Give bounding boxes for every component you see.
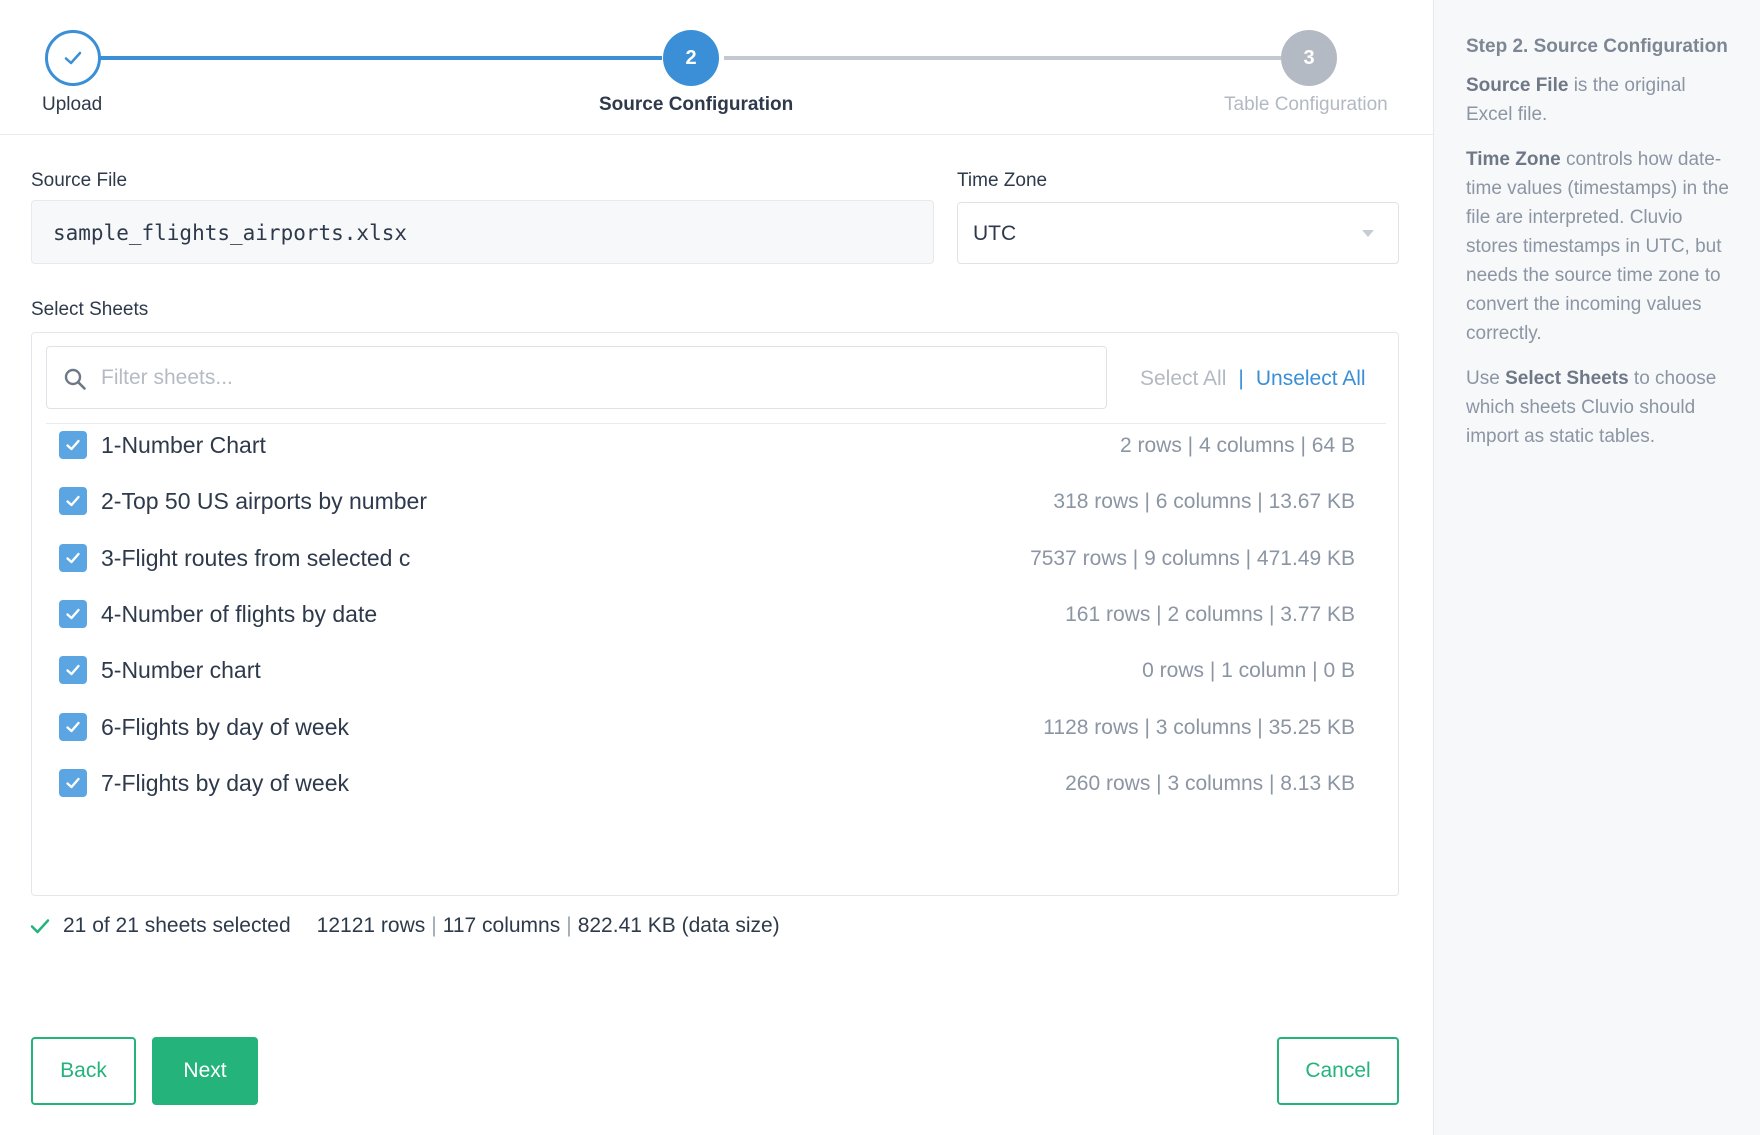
filter-sheets-box [46,346,1107,409]
help-time-zone: Time Zone controls how date-time values … [1466,145,1732,348]
step-label-source-configuration: Source Configuration [599,94,794,115]
step-number: 3 [1303,46,1315,69]
cancel-button[interactable]: Cancel [1277,1037,1399,1105]
checkmark-icon [66,777,80,788]
sheet-checkbox[interactable] [59,599,87,628]
help-term: Source File [1466,75,1569,96]
sheet-meta: 2 rows | 4 columns | 64 B [1119,434,1355,457]
wizard-stepper: 2 3 Upload Source Configuration Table Co… [0,0,1433,135]
selection-summary: 21 of 21 sheets selected 12121 rows | 117 … [29,914,780,938]
help-text: Use [1466,368,1506,389]
select-sheets-label: Select Sheets [31,299,149,320]
sheet-checkbox[interactable] [59,712,87,741]
search-icon [64,368,86,390]
sheet-name: 5-Number chart [101,657,261,684]
summary-separator: | [431,914,437,937]
sheet-checkbox[interactable] [59,543,87,572]
sheet-checkbox[interactable] [59,656,87,685]
sheet-name: 2-Top 50 US airports by number [101,488,427,515]
caret-down-icon [1362,230,1374,237]
divider [46,423,1386,424]
sheet-name: 7-Flights by day of week [101,769,350,796]
sheet-row[interactable]: 7-Flights by day of week 260 rows | 3 col… [59,764,1373,804]
unselect-all-link[interactable]: Unselect All [1256,367,1366,390]
summary-rows: 12121 rows [316,914,426,937]
stepper-line-pending [724,56,1284,60]
sheet-meta: 0 rows | 1 column | 0 B [1142,659,1355,683]
help-source-file: Source File is the original Excel file. [1466,71,1732,129]
checkmark-icon [66,552,80,563]
sheet-checkbox[interactable] [59,431,87,459]
summary-size: 822.41 KB (data size) [577,914,780,937]
sheet-row[interactable]: 3-Flight routes from selected c 7537 rows… [59,539,1373,579]
sheets-panel: Select All | Unselect All 1-Number Chart 2 … [31,332,1399,896]
help-term: Select Sheets [1505,368,1629,389]
sheets-selected-count: 21 of 21 sheets selected [63,914,291,937]
sheet-name: 6-Flights by day of week [101,713,350,740]
stepper-line-completed [100,56,662,60]
checkmark-icon [66,721,80,732]
sheet-checkbox[interactable] [59,487,87,516]
sheet-name: 4-Number of flights by date [101,600,378,627]
link-separator: | [1238,367,1244,390]
summary-columns: 117 columns [442,914,561,937]
help-title: Step 2. Source Configuration [1466,36,1728,57]
source-file-label: Source File [31,170,128,191]
step-label-upload[interactable]: Upload [42,94,102,116]
sheet-name: 3-Flight routes from selected c [101,544,411,571]
sheet-row[interactable]: 5-Number chart 0 rows | 1 column | 0 B [59,651,1373,691]
sheet-row[interactable]: 2-Top 50 US airports by number 318 rows |… [59,482,1373,522]
sheet-checkbox[interactable] [59,768,87,797]
sheet-row[interactable]: 1-Number Chart 2 rows | 4 columns | 64 B [59,426,1373,466]
help-sidebar: Step 2. Source Configuration Source File… [1433,0,1760,1135]
select-all-link[interactable]: Select All [1140,367,1226,390]
step-upload-circle[interactable] [45,30,101,86]
summary-separator: | [566,914,572,937]
sheet-meta: 7537 rows | 9 columns | 471.49 KB [1030,546,1355,570]
sheet-meta: 1128 rows | 3 columns | 35.25 KB [1043,715,1355,739]
checkmark-icon [66,664,80,676]
checkmark-icon [64,51,82,65]
time-zone-select[interactable]: UTC [957,202,1399,264]
source-file-field: sample_flights_airports.xlsx [31,200,934,264]
summary-stats: 12121 rows | 117 columns | 822.41 KB (data s… [317,914,780,938]
check-icon [30,919,50,934]
next-button[interactable]: Next [152,1037,258,1105]
time-zone-label: Time Zone [957,170,1048,191]
sheet-row[interactable]: 4-Number of flights by date 161 rows | 2 … [59,595,1373,635]
checkmark-icon [66,439,80,451]
sheet-meta: 260 rows | 3 columns | 8.13 KB [1065,771,1355,795]
time-zone-value: UTC [973,222,1017,245]
selection-links: Select All | Unselect All [1140,367,1366,391]
help-term: Time Zone [1466,149,1561,170]
sheet-name: 1-Number Chart [101,432,266,458]
checkmark-icon [66,496,80,507]
filter-sheets-input[interactable] [101,347,1091,408]
step-table-configuration-circle: 3 [1281,30,1337,86]
sheet-meta: 161 rows | 2 columns | 3.77 KB [1065,602,1355,626]
step-source-configuration-circle: 2 [663,30,719,86]
step-label-table-configuration: Table Configuration [1224,94,1388,115]
back-button[interactable]: Back [31,1037,136,1105]
sheet-meta: 318 rows | 6 columns | 13.67 KB [1053,490,1355,514]
help-text: controls how date-time values (timestamp… [1466,149,1729,344]
checkmark-icon [66,608,80,620]
step-number: 2 [685,46,697,69]
sheet-row[interactable]: 6-Flights by day of week 1128 rows | 3 co… [59,708,1373,748]
help-select-sheets: Use Select Sheets to choose which sheets… [1466,364,1732,451]
